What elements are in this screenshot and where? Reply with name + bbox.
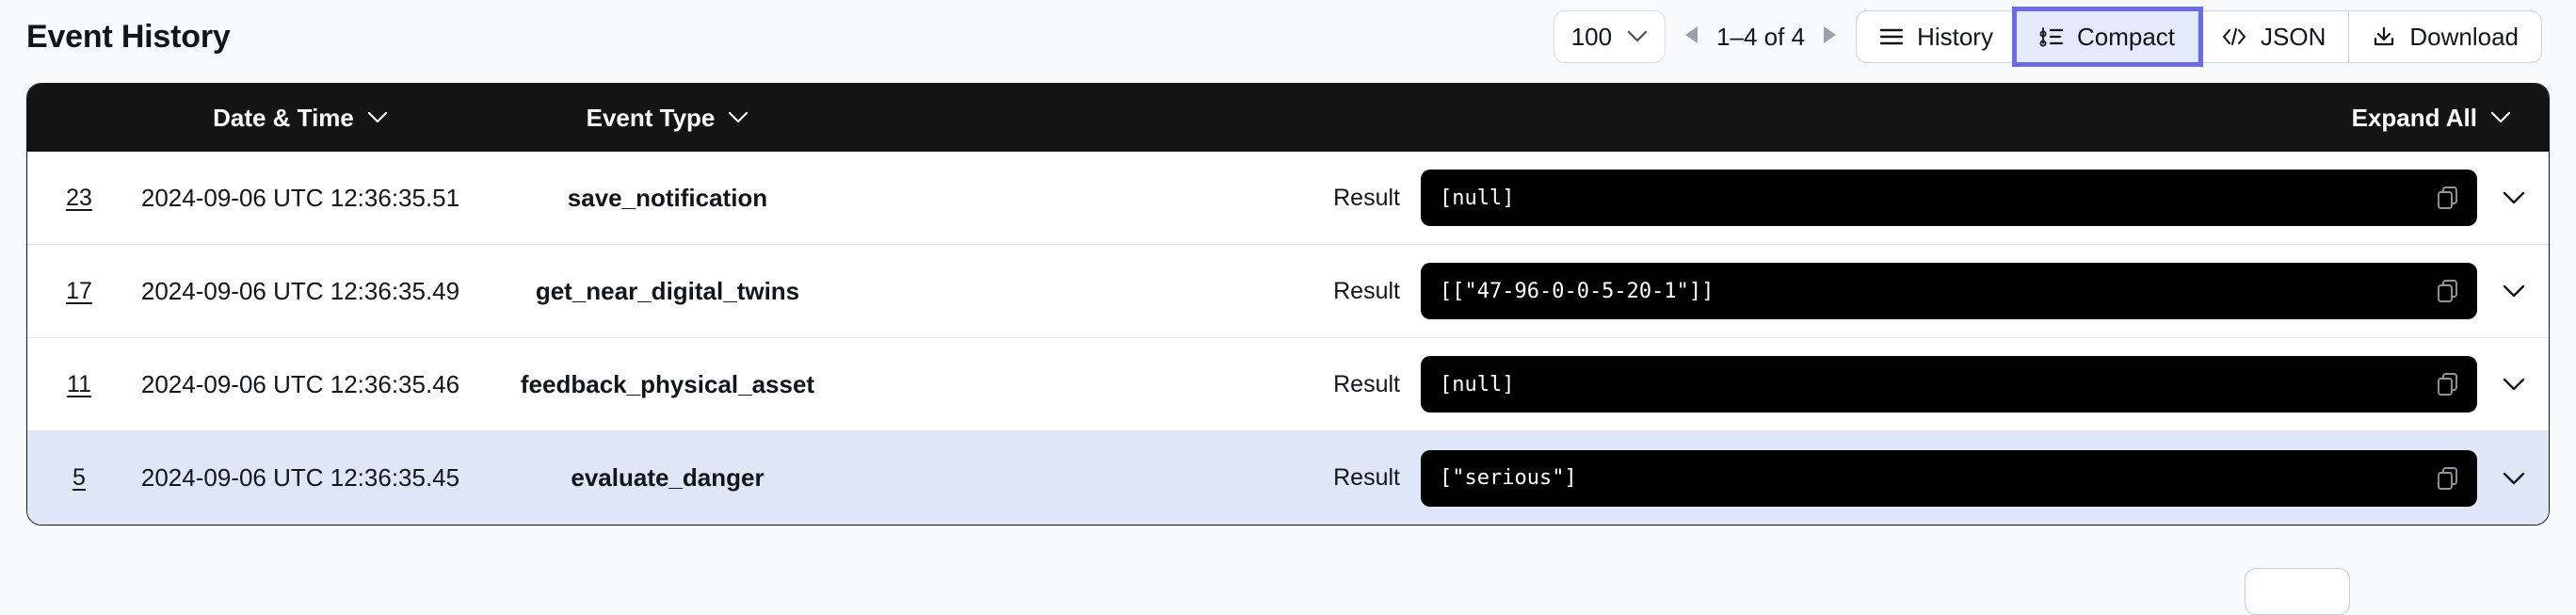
copy-icon[interactable] — [2436, 279, 2460, 303]
row-datetime: 2024-09-06 UTC 12:36:35.46 — [140, 369, 460, 398]
download-button[interactable]: Download — [2349, 11, 2541, 62]
row-datetime: 2024-09-06 UTC 12:36:35.51 — [140, 183, 460, 212]
row-event-type: evaluate_danger — [571, 463, 765, 492]
row-datetime: 2024-09-06 UTC 12:36:35.45 — [140, 463, 460, 492]
json-button[interactable]: JSON — [2198, 11, 2350, 62]
result-label: Result — [1333, 370, 1400, 397]
download-icon — [2372, 26, 2396, 47]
result-code-text: ["serious"] — [1440, 466, 1577, 490]
row-event-type: save_notification — [567, 183, 768, 212]
row-expand-toggle[interactable] — [2502, 190, 2526, 205]
row-expand-toggle[interactable] — [2502, 377, 2526, 392]
row-id-link[interactable]: 5 — [27, 464, 131, 492]
table-header-row: Date & Time Event Type Expand All — [27, 84, 2549, 152]
row-result: Result [["47-96-0-0-5-20-1"]] — [1333, 263, 2549, 319]
compact-tree-icon — [2039, 26, 2064, 47]
download-button-label: Download — [2409, 22, 2519, 51]
chevron-down-icon — [367, 111, 388, 124]
result-code-box[interactable]: [null] — [1421, 170, 2477, 226]
table-row[interactable]: 11 2024-09-06 UTC 12:36:35.46 feedback_p… — [27, 338, 2549, 431]
result-label: Result — [1333, 277, 1400, 304]
result-code-box[interactable]: [["47-96-0-0-5-20-1"]] — [1421, 263, 2477, 319]
copy-icon[interactable] — [2436, 186, 2460, 210]
chevron-down-icon — [2490, 111, 2511, 124]
triangle-left-icon[interactable] — [1682, 24, 1701, 49]
page-toolbar: Event History 100 1–4 of 4 History Compa… — [0, 0, 2576, 73]
column-header-date-time[interactable]: Date & Time — [131, 104, 470, 133]
expand-all-button[interactable]: Expand All — [2352, 104, 2511, 133]
pagination-range: 1–4 of 4 — [1716, 22, 1806, 51]
triangle-right-icon[interactable] — [1820, 24, 1839, 49]
compact-button-label: Compact — [2076, 22, 2176, 51]
list-lines-icon — [1879, 27, 1904, 46]
result-code-box[interactable]: ["serious"] — [1421, 449, 2477, 507]
row-id-link[interactable]: 17 — [27, 278, 131, 305]
table-row[interactable]: 23 2024-09-06 UTC 12:36:35.51 save_notif… — [27, 152, 2549, 245]
row-result: Result [null] — [1333, 170, 2549, 226]
event-history-table: Date & Time Event Type Expand All 23 202… — [26, 83, 2550, 526]
row-id-link[interactable]: 11 — [27, 371, 131, 398]
copy-icon[interactable] — [2436, 466, 2460, 491]
row-id-link[interactable]: 23 — [27, 185, 131, 212]
json-button-label: JSON — [2261, 22, 2326, 51]
result-label: Result — [1333, 184, 1400, 211]
page-title: Event History — [26, 18, 231, 55]
result-code-box[interactable]: [null] — [1421, 356, 2477, 413]
result-label: Result — [1333, 464, 1400, 491]
page-size-value: 100 — [1570, 22, 1613, 51]
history-button-label: History — [1917, 22, 1993, 51]
code-brackets-icon — [2221, 27, 2247, 46]
view-mode-group: History Compact JSON Download — [1856, 7, 2542, 67]
expand-all-label: Expand All — [2351, 103, 2477, 132]
result-code-text: [["47-96-0-0-5-20-1"]] — [1440, 279, 1715, 303]
toolbar-controls: 100 1–4 of 4 History Compact JSON Downlo… — [1553, 7, 2550, 67]
history-button[interactable]: History — [1857, 11, 2017, 62]
page-size-select[interactable]: 100 — [1553, 10, 1666, 63]
pagination: 1–4 of 4 — [1682, 23, 1839, 52]
copy-icon[interactable] — [2436, 372, 2460, 397]
table-row[interactable]: 5 2024-09-06 UTC 12:36:35.45 evaluate_da… — [27, 431, 2549, 525]
result-code-text: [null] — [1440, 372, 1515, 397]
column-header-event-type-label: Event Type — [586, 103, 716, 132]
row-expand-toggle[interactable] — [2502, 283, 2526, 299]
bottom-partial-control[interactable] — [2245, 568, 2350, 615]
row-event-type: get_near_digital_twins — [535, 276, 800, 305]
row-datetime: 2024-09-06 UTC 12:36:35.49 — [140, 276, 460, 305]
row-expand-toggle[interactable] — [2502, 471, 2526, 486]
chevron-down-icon — [1627, 30, 1648, 43]
row-result: Result ["serious"] — [1333, 449, 2549, 507]
table-row[interactable]: 17 2024-09-06 UTC 12:36:35.49 get_near_d… — [27, 245, 2549, 338]
row-result: Result [null] — [1333, 356, 2549, 413]
row-event-type: feedback_physical_asset — [520, 369, 815, 398]
column-header-date-time-label: Date & Time — [213, 103, 354, 132]
compact-button[interactable]: Compact — [2011, 7, 2204, 67]
column-header-event-type[interactable]: Event Type — [470, 104, 865, 133]
chevron-down-icon — [728, 111, 749, 124]
result-code-text: [null] — [1440, 186, 1515, 210]
